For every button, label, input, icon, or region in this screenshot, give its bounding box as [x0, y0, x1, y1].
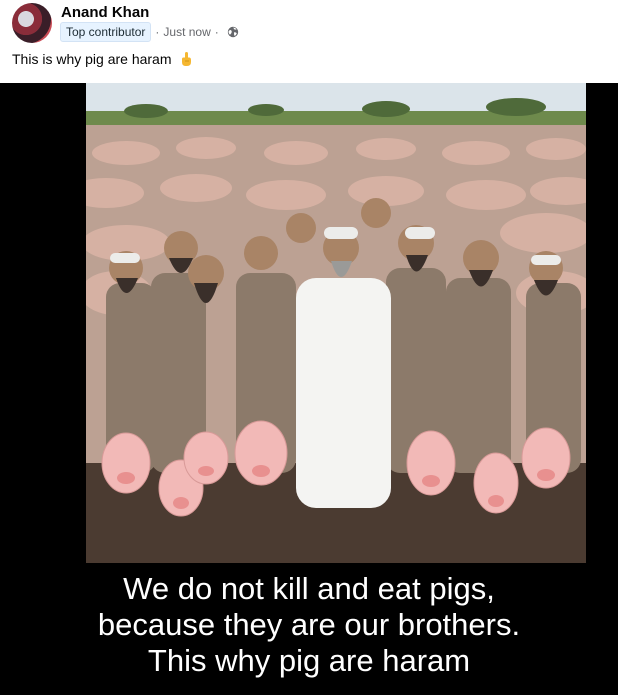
post-header: Anand Khan Top contributor · Just now · …	[0, 0, 618, 80]
post-meta: Top contributor · Just now ·	[60, 22, 239, 42]
top-contributor-badge[interactable]: Top contributor	[60, 22, 152, 42]
post-timestamp[interactable]: Just now	[163, 25, 210, 39]
meta-separator: ·	[155, 25, 160, 39]
caption-text: This is why pig are haram	[12, 51, 172, 67]
avatar[interactable]	[12, 3, 52, 43]
post-image[interactable]: We do not kill and eat pigs, because the…	[0, 83, 618, 695]
globe-icon[interactable]	[227, 26, 239, 38]
meta-separator-2: ·	[214, 25, 219, 39]
overlay-line-3: This why pig are haram	[147, 643, 471, 678]
photo-crowd-with-pigs	[86, 83, 586, 563]
author-name[interactable]: Anand Khan	[61, 4, 149, 21]
overlay-line-2: because they are our brothers.	[97, 607, 521, 642]
overlay-line-1: We do not kill and eat pigs,	[123, 571, 495, 606]
post-caption: This is why pig are haram	[12, 51, 194, 67]
image-overlay-caption: We do not kill and eat pigs, because the…	[0, 571, 618, 679]
hand-pointing-up-icon	[181, 52, 191, 66]
